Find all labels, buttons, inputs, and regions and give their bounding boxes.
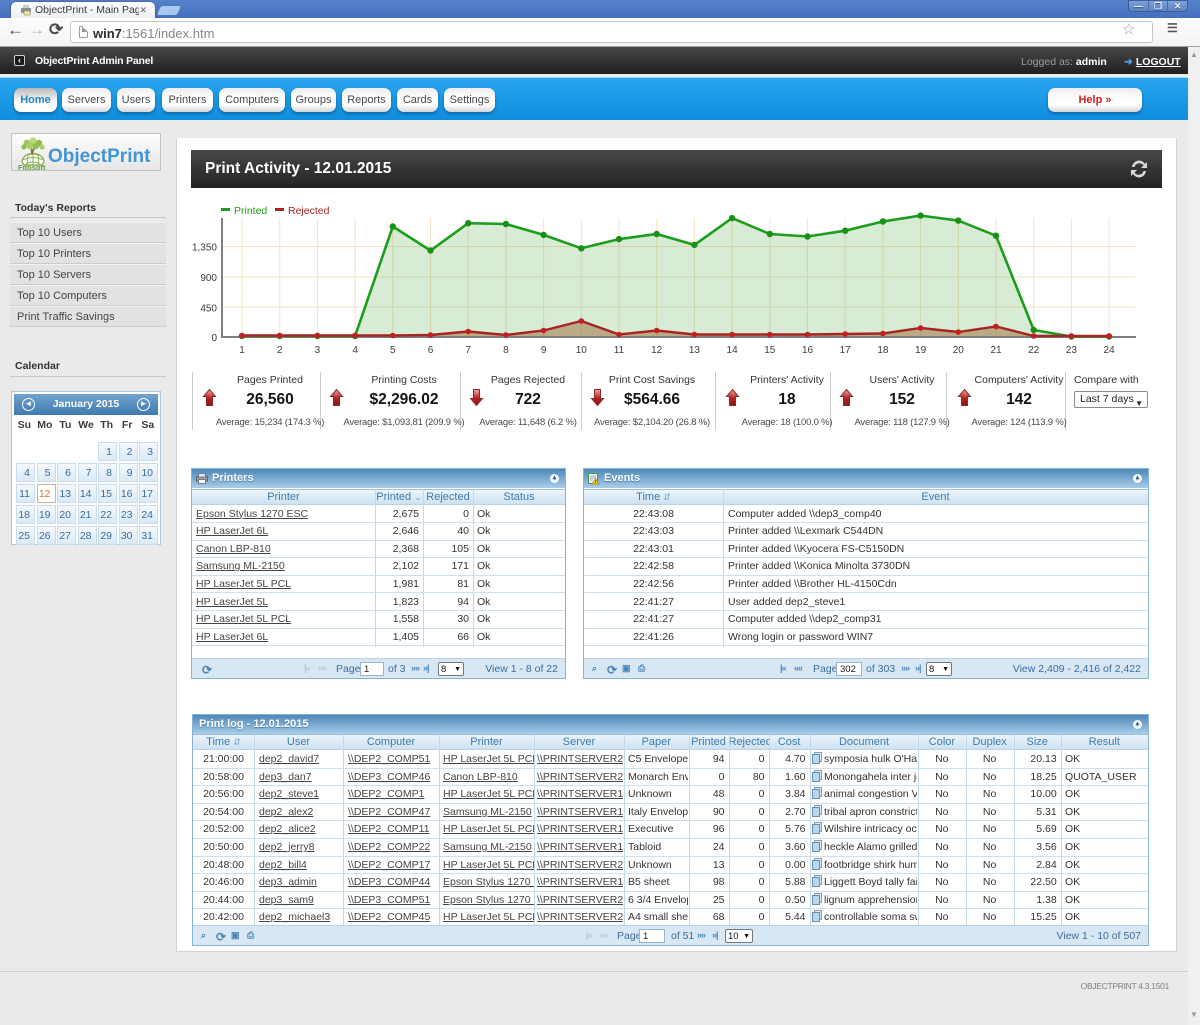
svg-text:Rejected: Rejected xyxy=(288,205,330,217)
svg-text:2: 2 xyxy=(277,345,283,356)
svg-text:24: 24 xyxy=(1104,345,1116,356)
svg-text:4: 4 xyxy=(352,345,358,356)
svg-text:23: 23 xyxy=(1066,345,1078,356)
svg-text:450: 450 xyxy=(200,303,217,314)
svg-text:22: 22 xyxy=(1028,345,1040,356)
svg-text:16: 16 xyxy=(802,345,814,356)
svg-text:10: 10 xyxy=(576,345,588,356)
svg-text:17: 17 xyxy=(840,345,852,356)
svg-text:11: 11 xyxy=(614,345,625,356)
svg-text:15: 15 xyxy=(764,345,776,356)
svg-text:8: 8 xyxy=(503,345,509,356)
svg-text:Fitosoft: Fitosoft xyxy=(18,163,46,172)
svg-text:18: 18 xyxy=(877,345,889,356)
svg-text:900: 900 xyxy=(200,273,217,284)
svg-text:21: 21 xyxy=(990,345,1002,356)
svg-text:7: 7 xyxy=(465,345,471,356)
svg-text:19: 19 xyxy=(915,345,927,356)
svg-text:6: 6 xyxy=(428,345,434,356)
svg-text:12: 12 xyxy=(651,345,663,356)
svg-text:0: 0 xyxy=(211,333,217,344)
svg-text:3: 3 xyxy=(315,345,321,356)
svg-text:14: 14 xyxy=(727,345,739,356)
svg-text:5: 5 xyxy=(390,345,396,356)
svg-text:20: 20 xyxy=(953,345,965,356)
svg-text:1,350: 1,350 xyxy=(192,243,217,254)
svg-text:1: 1 xyxy=(239,345,245,356)
svg-text:Printed: Printed xyxy=(234,205,267,217)
svg-text:13: 13 xyxy=(689,345,701,356)
svg-text:9: 9 xyxy=(541,345,547,356)
